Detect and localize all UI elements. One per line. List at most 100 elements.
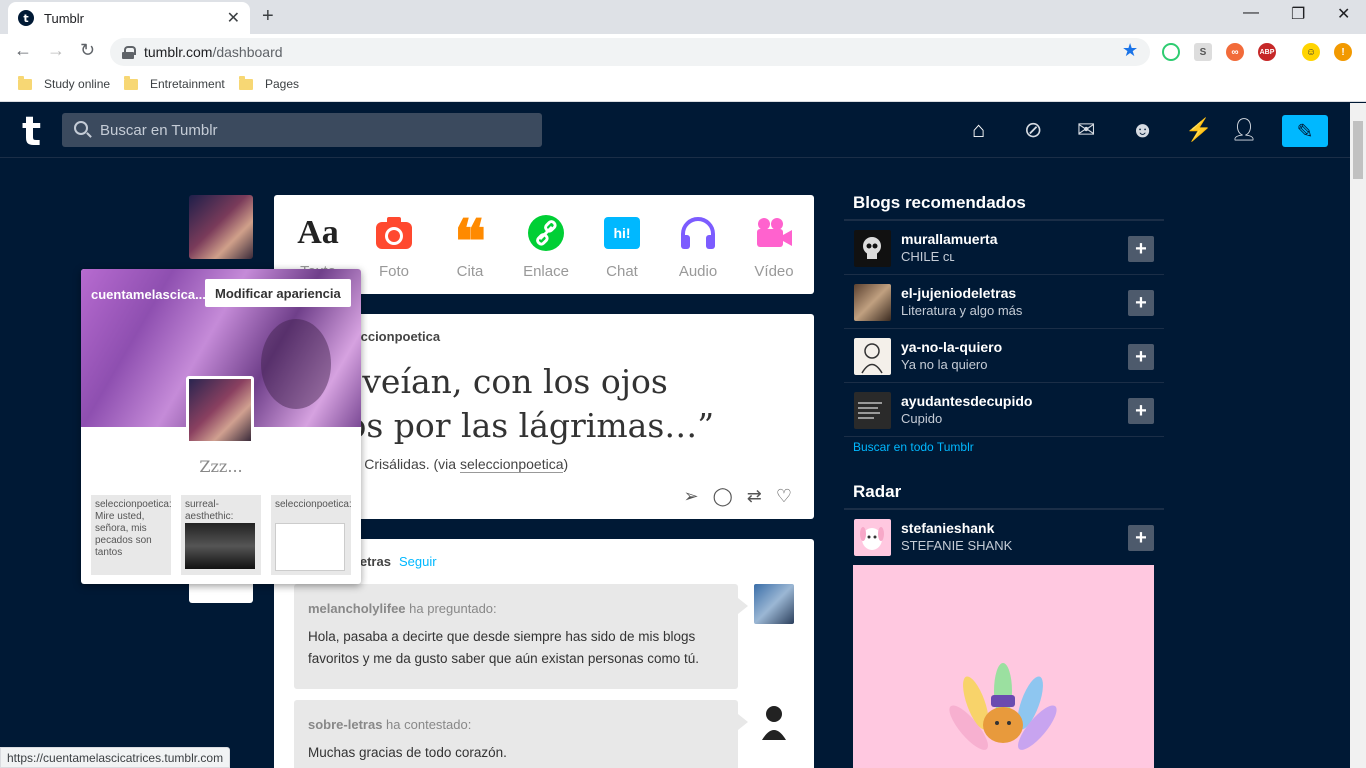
follow-plus-button[interactable]: + (1128, 398, 1154, 424)
blog-name[interactable]: ayudantesdecupido (901, 393, 1032, 409)
page-scrollbar[interactable] (1350, 103, 1366, 768)
close-tab-icon[interactable]: ✕ (227, 8, 240, 28)
blog-title: STEFANIE SHANK (901, 538, 1013, 553)
new-tab-button[interactable]: + (262, 5, 274, 28)
answerer-name[interactable]: sobre-letras (308, 717, 382, 732)
follow-plus-button[interactable]: + (1128, 236, 1154, 262)
recommended-blog-item[interactable]: el-jujeniodeletras Literatura y algo más… (844, 275, 1164, 329)
adblock-extension-icon[interactable]: ABP (1258, 43, 1276, 61)
answerer-avatar[interactable] (754, 700, 794, 740)
blog-name[interactable]: el-jujeniodeletras (901, 285, 1016, 301)
bookmark-pages[interactable]: Pages (239, 75, 300, 91)
post-type-link[interactable]: Enlace (508, 213, 584, 280)
s-extension-icon[interactable]: S (1194, 43, 1212, 61)
bookmark-label: Entretainment (150, 77, 225, 91)
tumblr-logo[interactable]: t (22, 109, 41, 155)
browser-tab[interactable]: t Tumblr ✕ (8, 2, 250, 34)
share-icon[interactable]: ➢ (684, 486, 699, 507)
radar-post-image[interactable] (853, 565, 1154, 768)
blog-name[interactable]: ya-no-la-quiero (901, 339, 1002, 355)
recommended-blog-item[interactable]: ayudantesdecupido Cupido + (844, 383, 1164, 437)
blog-title: Ya no la quiero (901, 357, 988, 372)
recommended-blog-item[interactable]: ya-no-la-quiero Ya no la quiero + (844, 329, 1164, 383)
pencil-icon: ✎ (1296, 120, 1314, 143)
folder-icon (239, 75, 253, 90)
explore-all-link[interactable]: Buscar en todo Tumblr (853, 440, 974, 454)
skull-avatar[interactable] (854, 230, 891, 267)
quote-icon: ❝ (453, 207, 487, 277)
infinity-extension-icon[interactable]: ∞ (1226, 43, 1244, 61)
follow-link[interactable]: Seguir (399, 554, 437, 569)
tumblr-favicon-icon: t (18, 10, 34, 26)
asker-avatar[interactable] (754, 584, 794, 624)
bookmark-study-online[interactable]: Study online (18, 75, 111, 91)
browser-tab-strip: t Tumblr ✕ + — ❐ ✕ (0, 0, 1366, 34)
blog-avatar[interactable] (854, 392, 891, 429)
follow-plus-button[interactable]: + (1128, 290, 1154, 316)
bookmarks-bar: Study online Entretainment Pages (0, 70, 1366, 102)
post-type-label: Vídeo (754, 263, 794, 280)
source-link[interactable]: seleccionpoetica (459, 456, 564, 473)
activity-lightning-icon[interactable]: ⚡ (1185, 119, 1212, 141)
back-icon[interactable]: ← (14, 40, 32, 61)
minimize-icon[interactable]: — (1243, 4, 1259, 22)
explore-compass-icon[interactable]: ⊘ (1024, 119, 1042, 141)
thumb-text: Mire usted, señora, mis pecados son tant… (95, 511, 152, 558)
blog-avatar[interactable] (854, 284, 891, 321)
radar-blog-item[interactable]: stefanieshank STEFANIE SHANK + (844, 510, 1164, 564)
user-avatar[interactable] (189, 195, 253, 259)
post-type-chat[interactable]: hi! Chat (584, 213, 660, 280)
home-icon[interactable]: ⌂ (972, 119, 985, 141)
update-alert-icon[interactable]: ! (1334, 43, 1352, 61)
close-window-icon[interactable]: ✕ (1337, 4, 1350, 24)
compose-button[interactable]: ✎ (1282, 115, 1328, 147)
search-placeholder: Buscar en Tumblr (100, 121, 218, 139)
post-type-video[interactable]: Vídeo (736, 213, 812, 280)
bookmark-label: Study online (44, 77, 111, 91)
thumb-document (275, 523, 345, 571)
bookmark-label: Pages (265, 77, 300, 91)
search-input[interactable]: Buscar en Tumblr (62, 113, 542, 147)
maximize-icon[interactable]: ❐ (1291, 4, 1305, 24)
recent-post-thumb[interactable]: seleccionpoetica: Mire usted, señora, mi… (91, 495, 171, 575)
forward-icon[interactable]: → (47, 40, 65, 61)
blog-name[interactable]: murallamuerta (901, 231, 997, 247)
address-bar[interactable]: tumblr.com/dashboard (110, 38, 1150, 66)
reload-icon[interactable]: ↻ (80, 40, 95, 61)
answer-header: sobre-letras ha contestado: (308, 714, 724, 736)
hovercard-blog-name[interactable]: cuentamelascica... (91, 287, 206, 302)
recent-post-thumb[interactable]: seleccionpoetica: (271, 495, 351, 575)
customize-appearance-button[interactable]: Modificar apariencia (205, 279, 351, 307)
follow-plus-button[interactable]: + (1128, 525, 1154, 551)
inbox-mail-icon[interactable]: ✉ (1077, 119, 1095, 141)
reply-icon[interactable]: ◯ (713, 486, 733, 507)
radar-blog-avatar[interactable] (854, 519, 891, 556)
follow-plus-button[interactable]: + (1128, 344, 1154, 370)
post-type-quote[interactable]: ❝ Cita (432, 207, 508, 280)
blog-hovercard: cuentamelascica... Modificar apariencia … (81, 269, 361, 584)
post-type-audio[interactable]: Audio (660, 213, 736, 280)
recommended-blog-item[interactable]: murallamuerta CHILE ᴄʟ + (844, 221, 1164, 275)
blog-avatar[interactable] (854, 338, 891, 375)
tumblr-header: t Buscar en Tumblr ⌂ ⊘ ✉ ☻ ⚡ 👤︎ ✎ (0, 103, 1350, 158)
post-type-label: Enlace (523, 263, 569, 280)
blog-name[interactable]: stefanieshank (901, 520, 994, 536)
scrollbar-thumb[interactable] (1353, 121, 1363, 179)
thumb-blog-name: seleccionpoetica: (95, 499, 171, 510)
bookmark-entretainment[interactable]: Entretainment (124, 75, 225, 91)
reblog-icon[interactable]: ⇄ (747, 486, 762, 507)
video-icon (736, 213, 812, 253)
chat-bubble-icon: hi! (604, 217, 640, 249)
messaging-smiley-icon[interactable]: ☻ (1131, 119, 1154, 141)
bookmark-star-icon[interactable]: ★ (1122, 40, 1138, 61)
recent-post-thumb[interactable]: surreal-aesthethic: (181, 495, 261, 575)
like-heart-icon[interactable]: ♡ (776, 486, 792, 507)
grammar-extension-icon[interactable] (1162, 43, 1180, 61)
hovercard-avatar[interactable] (186, 376, 254, 444)
asker-name[interactable]: melancholylifee (308, 601, 406, 616)
account-person-icon[interactable]: 👤︎ (1230, 119, 1258, 141)
folder-icon (18, 75, 32, 90)
recommended-blogs-title: Blogs recomendados (853, 193, 1026, 212)
post-type-photo[interactable]: Foto (356, 213, 432, 280)
smiley-extension-icon[interactable]: ☺ (1302, 43, 1320, 61)
